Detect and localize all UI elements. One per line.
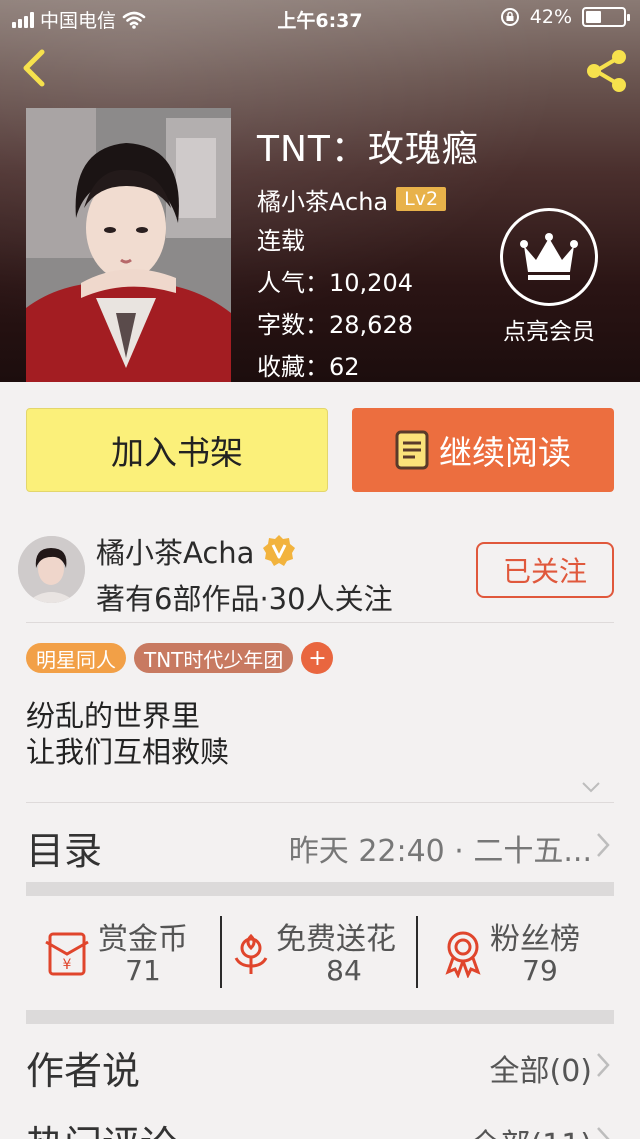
- share-icon: [587, 50, 626, 92]
- reward-coins-label: 赏金币: [98, 922, 188, 957]
- chevron-down-icon[interactable]: [580, 776, 602, 798]
- popularity-label: 人气：: [257, 269, 329, 297]
- word-count-line: 字数：28,628: [257, 304, 479, 346]
- status-right: 42%: [500, 6, 630, 28]
- fan-ranking-button[interactable]: 粉丝榜 79: [438, 912, 608, 992]
- action-buttons: 加入书架 继续阅读: [26, 408, 614, 492]
- send-flower-label: 免费送花: [276, 922, 396, 957]
- vip-label: 点亮会员: [503, 319, 595, 345]
- verified-badge-icon: [263, 535, 296, 566]
- battery-fill: [586, 11, 601, 23]
- author-name-row[interactable]: 橘小茶Acha: [96, 530, 296, 572]
- stats-separator: [220, 916, 222, 988]
- word-count-label: 字数：: [257, 311, 329, 339]
- send-flower-button[interactable]: 免费送花 84: [226, 912, 416, 992]
- word-count-value: 28,628: [329, 311, 413, 339]
- tag-item[interactable]: TNT时代少年团: [134, 643, 294, 673]
- description-line: 让我们互相救赎: [26, 735, 230, 769]
- hot-comments-count: 全部(11): [470, 1120, 592, 1139]
- fan-ranking-label: 粉丝榜: [490, 922, 580, 957]
- medal-icon: [445, 931, 481, 978]
- collect-label: 收藏：: [257, 353, 329, 381]
- follow-label: 已关注: [502, 555, 587, 588]
- book-author[interactable]: 橘小茶Acha: [257, 182, 388, 217]
- chevron-right-icon: [597, 1127, 610, 1139]
- level-badge: Lv2: [396, 187, 447, 211]
- tag-item[interactable]: 明星同人: [26, 643, 126, 673]
- divider: [26, 622, 614, 623]
- vip-button[interactable]: 点亮会员: [494, 208, 604, 346]
- book-info: TNT：玫瑰瘾 橘小茶Acha Lv2 连载 人气：10,204 字数：28,6…: [257, 120, 479, 382]
- book-description: 纷乱的世界里 让我们互相救赎: [26, 698, 229, 770]
- add-to-shelf-label: 加入书架: [111, 433, 243, 472]
- collect-value: 62: [329, 353, 360, 381]
- hot-comments-label: 热门评论: [26, 1114, 178, 1139]
- continue-reading-button[interactable]: 继续阅读: [352, 408, 614, 492]
- book-cover-image[interactable]: [26, 108, 231, 382]
- section-separator: [26, 882, 614, 896]
- author-card: 橘小茶Acha 著有6部作品·30人关注 已关注: [0, 530, 640, 622]
- fan-ranking-value: 79: [522, 954, 558, 987]
- follow-button[interactable]: 已关注: [476, 542, 614, 598]
- back-button[interactable]: [14, 46, 54, 90]
- book-header: 中国电信 上午6:37 42% TNT：玫瑰瘾 橘小茶Acha Lv2 连载 人…: [0, 0, 640, 382]
- author-meta: 著有6部作品·30人关注: [96, 582, 393, 616]
- tag-list: 明星同人 TNT时代少年团 +: [26, 642, 334, 674]
- reward-coins-value: 71: [125, 954, 161, 987]
- status-bar: 中国电信 上午6:37 42%: [0, 0, 640, 36]
- send-flower-value: 84: [326, 954, 362, 987]
- orientation-lock-icon: [500, 8, 519, 26]
- reward-coins-button[interactable]: ¥ 赏金币 71: [42, 912, 222, 992]
- book-author-row[interactable]: 橘小茶Acha Lv2: [257, 182, 479, 216]
- toc-label: 目录: [26, 829, 103, 873]
- author-says-label: 作者说: [26, 1049, 141, 1093]
- book-title: TNT：玫瑰瘾: [257, 129, 479, 170]
- stats-bar: ¥ 赏金币 71 免费送花 84 粉丝榜 79: [26, 912, 614, 992]
- toc-latest-chapter: 昨天 22:40 · 二十五...: [288, 834, 592, 869]
- divider: [26, 802, 614, 803]
- svg-text:¥: ¥: [63, 957, 72, 973]
- author-says-count: 全部(0): [489, 1054, 593, 1089]
- avatar-portrait-icon: [18, 536, 85, 603]
- popularity-line: 人气：10,204: [257, 262, 479, 304]
- section-separator: [26, 1010, 614, 1024]
- chevron-left-icon: [23, 49, 45, 87]
- cover-portrait-icon: [26, 108, 231, 382]
- continue-reading-label: 继续阅读: [439, 433, 571, 472]
- vip-circle: [500, 208, 598, 306]
- battery-icon: [582, 7, 630, 27]
- hot-comments-row[interactable]: 热门评论 全部(11): [0, 1112, 640, 1139]
- add-to-shelf-button[interactable]: 加入书架: [26, 408, 328, 492]
- crown-icon: [520, 233, 578, 280]
- red-envelope-icon: ¥: [45, 932, 89, 976]
- chevron-right-icon: [597, 833, 610, 857]
- battery-percent: 42%: [529, 6, 572, 28]
- popularity-value: 10,204: [329, 269, 413, 297]
- description-line: 纷乱的世界里: [26, 699, 201, 733]
- toc-row[interactable]: 目录 昨天 22:40 · 二十五...: [0, 818, 640, 873]
- author-name[interactable]: 橘小茶Acha: [96, 530, 254, 572]
- collect-line: 收藏：62: [257, 346, 479, 382]
- chevron-right-icon: [597, 1053, 610, 1077]
- avatar[interactable]: [18, 536, 85, 603]
- flower-icon: [234, 933, 268, 974]
- book-icon: [395, 430, 429, 470]
- author-says-row[interactable]: 作者说 全部(0): [0, 1038, 640, 1094]
- add-tag-button[interactable]: +: [301, 642, 334, 674]
- book-status: 连载: [257, 227, 305, 255]
- share-button[interactable]: [584, 48, 630, 94]
- stats-separator: [416, 916, 418, 988]
